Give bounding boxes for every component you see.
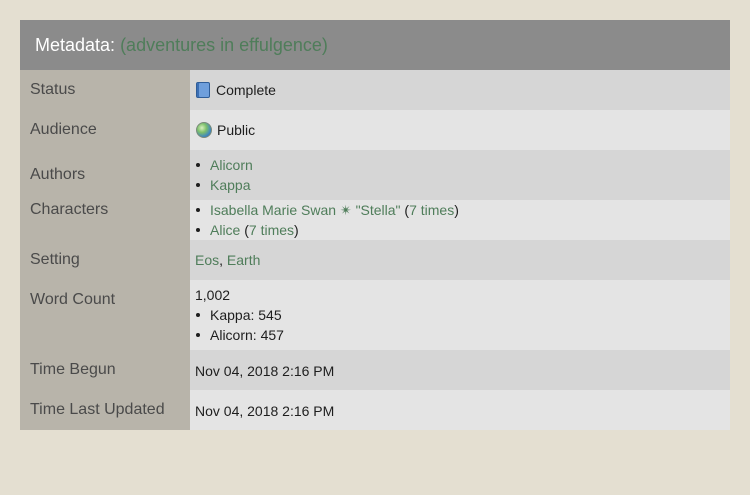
word-count-total: 1,002: [195, 287, 231, 303]
status-value: Complete: [216, 82, 276, 98]
audience-value: Public: [217, 122, 256, 138]
book-icon: [196, 82, 210, 98]
list-item: Kappa: 545: [195, 305, 730, 325]
author-link-kappa[interactable]: Kappa: [210, 177, 250, 193]
post-title-link[interactable]: (adventures in effulgence): [120, 35, 328, 56]
character-times-link-isabella[interactable]: 7 times: [409, 202, 454, 218]
character-link-alice[interactable]: Alice: [210, 222, 240, 238]
list-item: Isabella Marie Swan ✴ "Stella" (7 times): [195, 200, 730, 220]
setting-link-earth[interactable]: Earth: [227, 252, 260, 268]
authors-cell: Alicorn Kappa: [190, 150, 730, 200]
setting-link-eos[interactable]: Eos: [195, 252, 219, 268]
list-item: Alicorn: 457: [195, 325, 730, 345]
characters-row: Characters Isabella Marie Swan ✴ "Stella…: [20, 200, 730, 240]
time-begun-row: Time Begun Nov 04, 2018 2:16 PM: [20, 350, 730, 390]
list-item: Kappa: [195, 175, 730, 195]
setting-row: Setting Eos, Earth: [20, 240, 730, 280]
authors-list: Alicorn Kappa: [195, 155, 730, 195]
time-begun-key: Time Begun: [20, 350, 190, 390]
authors-row: Authors Alicorn Kappa: [20, 150, 730, 200]
status-cell: Complete: [190, 70, 730, 110]
character-link-isabella[interactable]: Isabella Marie Swan ✴ "Stella": [210, 202, 401, 218]
list-item: Alicorn: [195, 155, 730, 175]
audience-cell: Public: [190, 110, 730, 150]
setting-separator: ,: [219, 252, 227, 268]
word-count-row: Word Count 1,002 Kappa: 545 Alicorn: 457: [20, 280, 730, 350]
time-begun-value: Nov 04, 2018 2:16 PM: [190, 350, 730, 390]
list-item: Alice (7 times): [195, 220, 730, 240]
globe-icon: [196, 122, 212, 138]
audience-key: Audience: [20, 110, 190, 150]
characters-list: Isabella Marie Swan ✴ "Stella" (7 times)…: [195, 200, 730, 240]
word-count-key: Word Count: [20, 280, 190, 350]
author-link-alicorn[interactable]: Alicorn: [210, 157, 253, 173]
status-key: Status: [20, 70, 190, 110]
status-row: Status Complete: [20, 70, 730, 110]
character-times-link-alice[interactable]: 7 times: [249, 222, 294, 238]
time-updated-value: Nov 04, 2018 2:16 PM: [190, 390, 730, 430]
audience-row: Audience Public: [20, 110, 730, 150]
word-count-list: Kappa: 545 Alicorn: 457: [195, 305, 730, 345]
characters-cell: Isabella Marie Swan ✴ "Stella" (7 times)…: [190, 200, 730, 240]
time-updated-row: Time Last Updated Nov 04, 2018 2:16 PM: [20, 390, 730, 430]
authors-key: Authors: [20, 150, 190, 200]
setting-cell: Eos, Earth: [190, 240, 730, 280]
metadata-panel: Metadata: (adventures in effulgence) Sta…: [20, 20, 730, 430]
time-updated-key: Time Last Updated: [20, 390, 190, 430]
setting-key: Setting: [20, 240, 190, 280]
word-count-cell: 1,002 Kappa: 545 Alicorn: 457: [190, 280, 730, 350]
metadata-header: Metadata: (adventures in effulgence): [20, 20, 730, 70]
metadata-label: Metadata:: [35, 34, 116, 55]
characters-key: Characters: [20, 200, 190, 240]
